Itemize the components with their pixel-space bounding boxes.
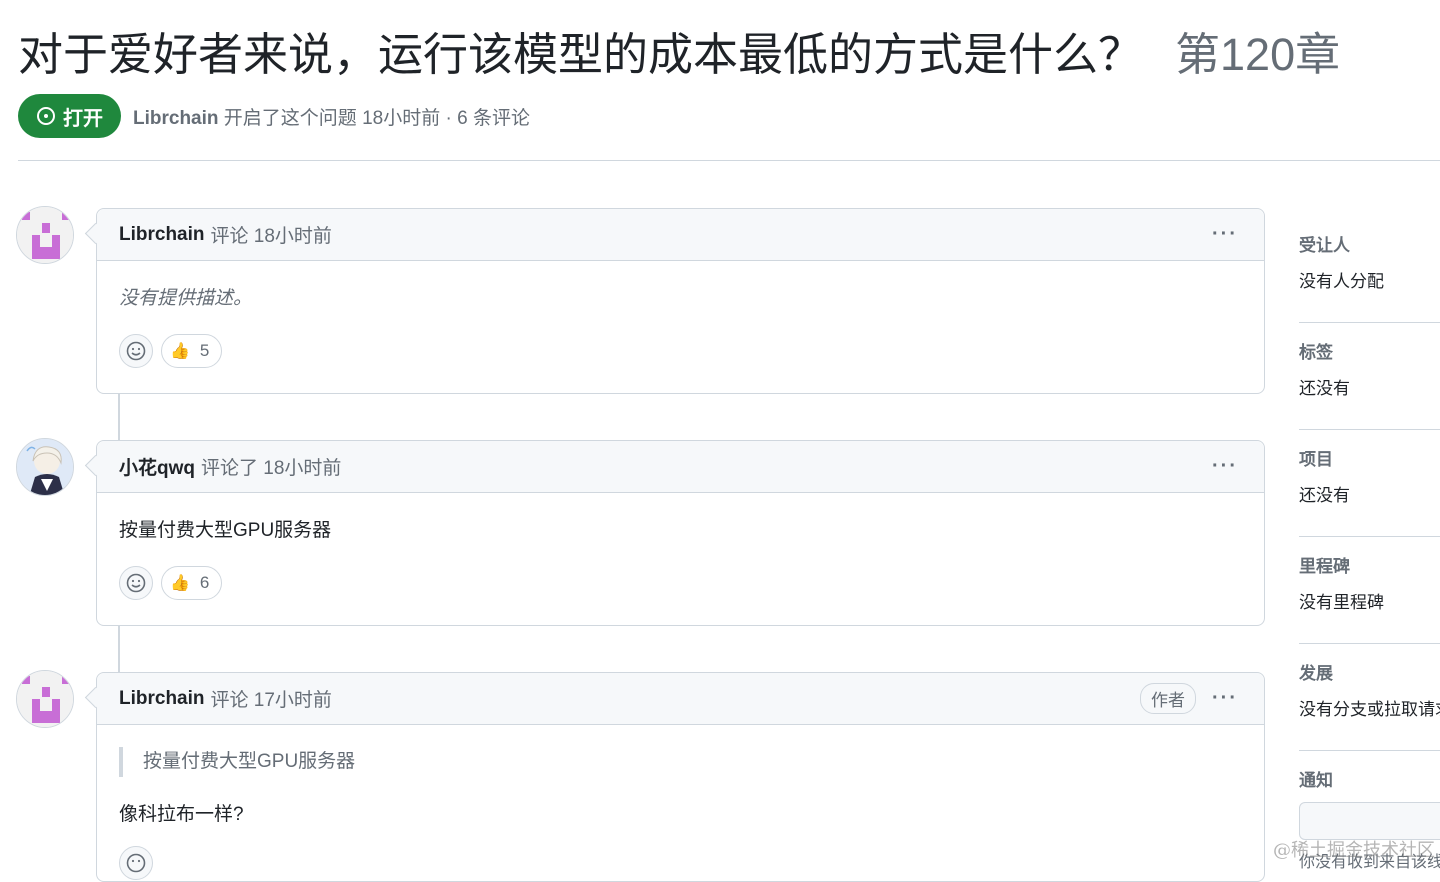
sidebar-value: 还没有 (1299, 486, 1350, 505)
thumbs-up-reaction[interactable]: 👍 6 (161, 566, 223, 600)
comment-author[interactable]: Librchain (119, 224, 205, 246)
comment-author[interactable]: 小花qwq (119, 453, 195, 480)
comment-quote: 按量付费大型GPU服务器 (119, 747, 1242, 777)
author-badge: 作者 (1140, 683, 1197, 714)
reactions-bar: 👍 6 (119, 566, 1242, 600)
smiley-icon (126, 573, 146, 593)
comment-body: 按量付费大型GPU服务器 👍 6 (97, 493, 1264, 600)
comment-header: Librchain 评论 17小时前 作者 ··· (97, 673, 1264, 725)
add-reaction-button[interactable] (119, 566, 153, 600)
avatar[interactable] (16, 438, 74, 496)
sidebar-heading[interactable]: 项目 (1299, 445, 1333, 470)
reaction-count: 5 (199, 341, 210, 360)
thumbs-up-icon: 👍 (170, 575, 190, 592)
thumbs-up-icon: 👍 (170, 343, 190, 360)
thumbs-up-reaction[interactable]: 👍 5 (161, 334, 223, 368)
issue-sidebar: 受让人 没有人分配 标签 还没有 项目 还没有 里程碑 没有里程碑 发展 没有分… (1299, 216, 1440, 858)
smiley-icon (126, 341, 146, 361)
reactions-bar (119, 846, 1242, 880)
issue-number: 第120章 (1175, 29, 1341, 80)
comment-text: 按量付费大型GPU服务器 (119, 520, 332, 541)
comment-timestamp[interactable]: 评论了 18小时前 (201, 453, 341, 480)
issue-opened-icon (37, 107, 55, 125)
issue-meta-row: 打开 Librchain 开启了这个问题 18小时前 · 6 条评论 (18, 93, 530, 139)
sidebar-heading[interactable]: 里程碑 (1299, 552, 1350, 577)
reactions-bar: 👍 5 (119, 334, 1242, 368)
watermark: @稀土掘金技术社区 (1273, 840, 1435, 861)
header-divider (18, 160, 1440, 161)
avatar-illustration (17, 439, 73, 495)
issue-author-link[interactable]: Librchain (133, 108, 219, 129)
comment-card: Librchain 评论 18小时前 ··· 没有提供描述。 👍 5 (96, 208, 1265, 394)
avatar-identicon (17, 671, 73, 727)
sidebar-value: 没有人分配 (1299, 272, 1384, 291)
issue-meta: Librchain 开启了这个问题 18小时前 · 6 条评论 (133, 103, 530, 130)
kebab-horizontal-icon[interactable]: ··· (1212, 687, 1238, 710)
sidebar-heading: 通知 (1299, 771, 1333, 790)
issue-meta-text: 开启了这个问题 18小时前 · 6 条评论 (223, 107, 530, 129)
avatar[interactable] (16, 206, 74, 264)
sidebar-section-assignees[interactable]: 受让人 没有人分配 (1299, 216, 1440, 323)
add-reaction-button[interactable] (119, 334, 153, 368)
comment-body: 按量付费大型GPU服务器 像科拉布一样? (97, 725, 1264, 880)
sidebar-heading[interactable]: 发展 (1299, 659, 1333, 684)
reaction-count: 6 (199, 573, 210, 592)
sidebar-value: 没有分支或拉取请求 (1299, 700, 1440, 719)
avatar[interactable] (16, 670, 74, 728)
comment-card: 小花qwq 评论了 18小时前 ··· 按量付费大型GPU服务器 👍 6 (96, 440, 1265, 626)
sidebar-section-projects[interactable]: 项目 还没有 (1299, 430, 1440, 537)
smiley-icon (126, 853, 146, 873)
comment-timestamp[interactable]: 评论 18小时前 (211, 221, 332, 248)
comment-header: Librchain 评论 18小时前 ··· (97, 209, 1264, 261)
add-reaction-button[interactable] (119, 846, 153, 880)
comment-text: 像科拉布一样? (119, 804, 244, 825)
issue-state-label: 打开 (63, 107, 103, 130)
sidebar-section-milestone[interactable]: 里程碑 没有里程碑 (1299, 537, 1440, 644)
comment-author[interactable]: Librchain (119, 688, 205, 710)
issue-state-badge: 打开 (18, 94, 121, 138)
kebab-horizontal-icon[interactable]: ··· (1212, 223, 1238, 246)
comment-header: 小花qwq 评论了 18小时前 ··· (97, 441, 1264, 493)
timeline-connector (118, 394, 120, 440)
avatar-identicon (17, 207, 73, 263)
kebab-horizontal-icon[interactable]: ··· (1212, 455, 1238, 478)
comment-body: 没有提供描述。 👍 5 (97, 261, 1264, 368)
sidebar-section-labels[interactable]: 标签 还没有 (1299, 323, 1440, 430)
sidebar-heading[interactable]: 受让人 (1299, 231, 1350, 256)
subscribe-button[interactable] (1299, 802, 1440, 840)
comment-timestamp[interactable]: 评论 17小时前 (211, 685, 332, 712)
comment-text: 没有提供描述。 (119, 288, 253, 309)
issue-title-row: 对于爱好者来说，运行该模型的成本最低的方式是什么？ 第120章 (18, 24, 1340, 86)
issue-title: 对于爱好者来说，运行该模型的成本最低的方式是什么？ (18, 29, 1144, 80)
timeline-connector (118, 626, 120, 672)
sidebar-heading[interactable]: 标签 (1299, 338, 1333, 363)
sidebar-value: 没有里程碑 (1299, 593, 1384, 612)
sidebar-value: 还没有 (1299, 379, 1350, 398)
sidebar-section-development[interactable]: 发展 没有分支或拉取请求 (1299, 644, 1440, 751)
comment-card: Librchain 评论 17小时前 作者 ··· 按量付费大型GPU服务器 像… (96, 672, 1265, 882)
